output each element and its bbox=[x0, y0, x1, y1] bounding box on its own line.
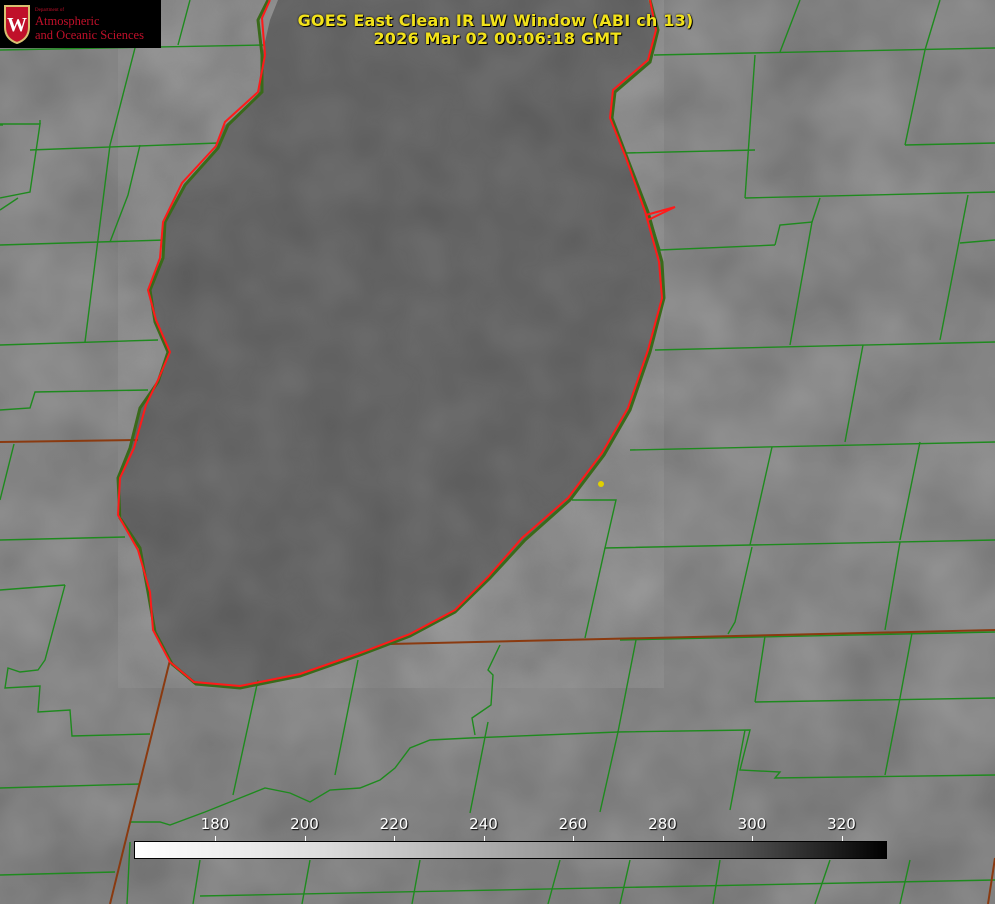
colorbar-tick-label: 240 bbox=[469, 815, 498, 833]
colorbar bbox=[134, 841, 887, 859]
colorbar-tick-label: 220 bbox=[379, 815, 409, 833]
colorbar-tick-label: 280 bbox=[648, 815, 677, 833]
location-marker bbox=[598, 481, 604, 487]
colorbar-tick-label: 300 bbox=[737, 815, 767, 833]
colorbar-tick-label: 180 bbox=[200, 815, 230, 833]
image-timestamp: 2026 Mar 02 00:06:18 GMT bbox=[373, 29, 622, 48]
colorbar-tick-label: 320 bbox=[827, 815, 856, 833]
colorbar-tick-label: 260 bbox=[558, 815, 588, 833]
image-title: GOES East Clean IR LW Window (ABI ch 13) bbox=[297, 11, 694, 30]
colorbar-tick-label: 200 bbox=[290, 815, 319, 833]
ir-satellite-map bbox=[0, 0, 995, 904]
